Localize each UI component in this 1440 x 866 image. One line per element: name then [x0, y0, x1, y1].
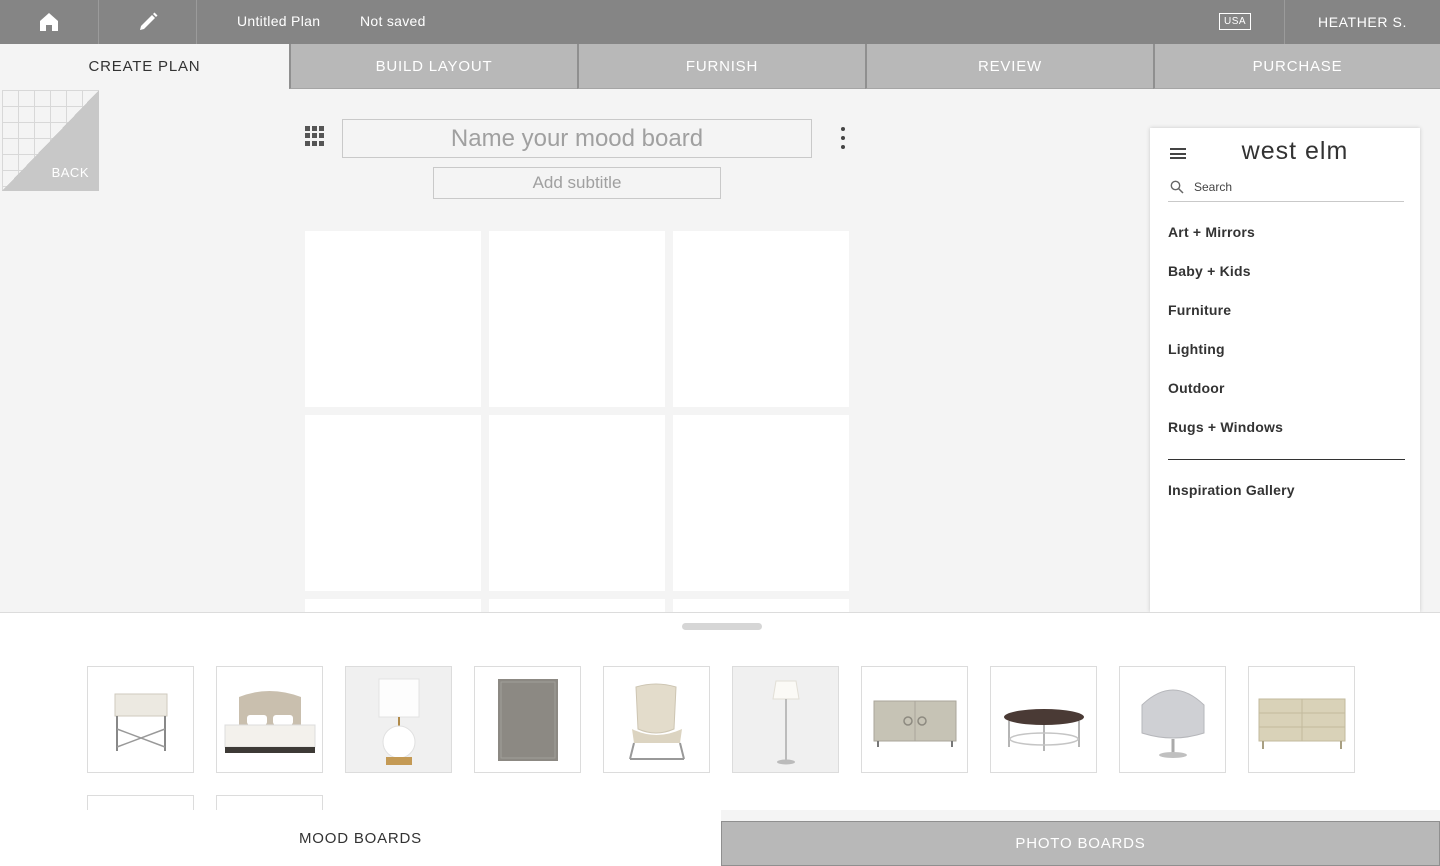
product-thumbnail[interactable]	[603, 666, 710, 773]
tab-build-layout[interactable]: BUILD LAYOUT	[289, 44, 577, 89]
home-button[interactable]	[0, 0, 99, 44]
floor-lamp-icon	[772, 680, 800, 765]
back-button[interactable]: BACK	[2, 90, 99, 191]
product-thumbnail[interactable]	[216, 795, 323, 810]
search-icon	[1170, 180, 1184, 194]
board-type-tabs: MOOD BOARDS PHOTO BOARDS	[0, 810, 1440, 866]
home-icon	[40, 13, 58, 31]
board-tile[interactable]	[489, 231, 665, 407]
product-tray	[0, 612, 1440, 810]
bed-icon	[224, 691, 316, 753]
coffee-table-icon	[1004, 709, 1084, 751]
lounge-chair-icon	[629, 683, 685, 760]
product-thumbnail[interactable]	[1248, 666, 1355, 773]
category-furniture[interactable]: Furniture	[1168, 302, 1231, 318]
tab-photo-boards[interactable]: PHOTO BOARDS	[721, 821, 1440, 866]
category-baby-kids[interactable]: Baby + Kids	[1168, 263, 1251, 279]
tab-review[interactable]: REVIEW	[865, 44, 1153, 89]
product-thumbnail[interactable]	[87, 666, 194, 773]
tab-furnish[interactable]: FURNISH	[577, 44, 865, 89]
step-tabs: CREATE PLAN BUILD LAYOUT FURNISH REVIEW …	[0, 44, 1440, 89]
board-tile[interactable]	[489, 599, 665, 612]
board-tile[interactable]	[673, 415, 849, 591]
category-outdoor[interactable]: Outdoor	[1168, 380, 1225, 396]
inspiration-gallery-link[interactable]: Inspiration Gallery	[1168, 482, 1295, 498]
product-thumbnail[interactable]	[990, 666, 1097, 773]
product-thumbnail[interactable]	[345, 666, 452, 773]
save-status: Not saved	[360, 13, 426, 29]
board-tile[interactable]	[673, 231, 849, 407]
tab-purchase[interactable]: PURCHASE	[1153, 44, 1440, 89]
board-tile[interactable]	[673, 599, 849, 612]
product-thumbnail[interactable]	[861, 666, 968, 773]
product-thumbnail[interactable]	[1119, 666, 1226, 773]
rug-icon	[498, 679, 558, 761]
mood-board-title-input[interactable]	[342, 119, 812, 158]
top-bar: Untitled Plan Not saved USA HEATHER S.	[0, 0, 1440, 44]
board-tile[interactable]	[489, 415, 665, 591]
tab-create-plan[interactable]: CREATE PLAN	[0, 44, 289, 89]
product-thumbnail[interactable]	[216, 666, 323, 773]
category-rugs-windows[interactable]: Rugs + Windows	[1168, 419, 1283, 435]
board-tile[interactable]	[305, 231, 481, 407]
product-thumbnail[interactable]	[732, 666, 839, 773]
store-logo: west elm	[1241, 137, 1349, 165]
product-thumbnail[interactable]	[474, 666, 581, 773]
swivel-chair-icon	[1141, 689, 1205, 758]
board-tile[interactable]	[305, 415, 481, 591]
store-search	[1168, 176, 1404, 202]
grid-layout-icon[interactable]	[305, 126, 326, 146]
category-lighting[interactable]: Lighting	[1168, 341, 1225, 357]
mood-board-subtitle-input[interactable]	[433, 167, 721, 199]
pencil-icon	[139, 12, 157, 30]
plan-name[interactable]: Untitled Plan	[237, 13, 320, 29]
side-table-icon	[114, 693, 168, 751]
tab-mood-boards[interactable]: MOOD BOARDS	[0, 810, 721, 866]
category-art-mirrors[interactable]: Art + Mirrors	[1168, 224, 1255, 240]
divider	[1168, 459, 1405, 460]
board-tile[interactable]	[305, 599, 481, 612]
more-options-icon[interactable]	[836, 127, 850, 149]
table-lamp-icon	[378, 678, 420, 765]
back-label: BACK	[51, 165, 89, 180]
store-panel: west elm Art + Mirrors Baby + Kids Furni…	[1150, 128, 1420, 612]
sideboard-icon	[873, 700, 957, 747]
edit-button[interactable]	[99, 0, 197, 44]
store-search-input[interactable]	[1194, 178, 1394, 196]
region-badge[interactable]: USA	[1219, 13, 1251, 30]
user-menu[interactable]: HEATHER S.	[1284, 0, 1440, 44]
tray-drag-handle[interactable]	[682, 623, 762, 630]
product-thumbnail[interactable]	[87, 795, 194, 810]
dresser-icon	[1258, 698, 1346, 749]
